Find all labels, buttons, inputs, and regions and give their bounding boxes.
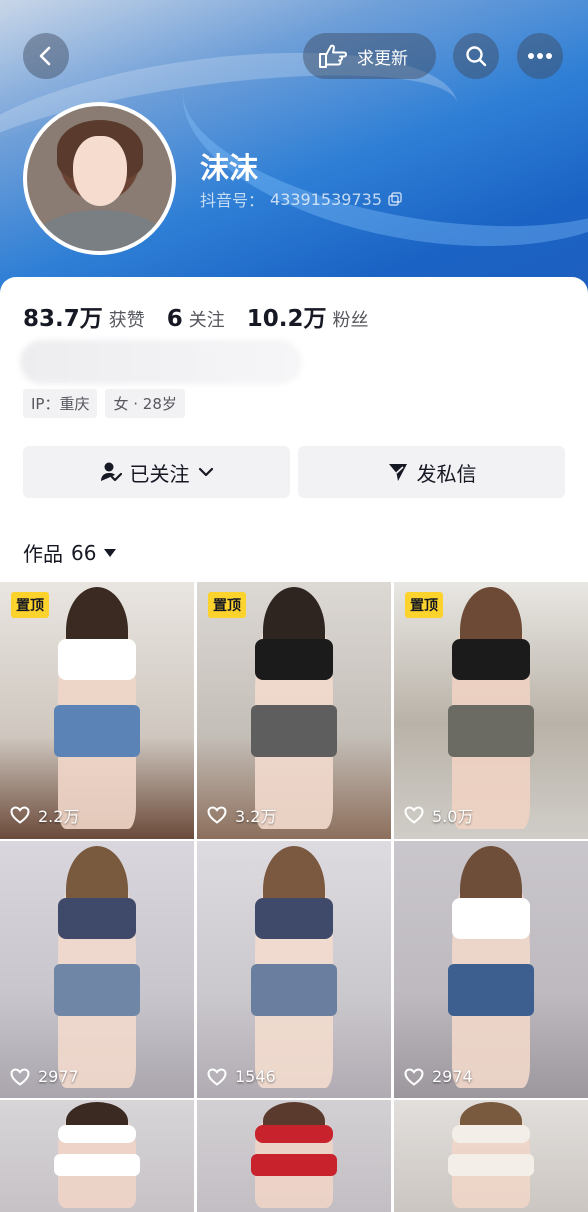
avatar[interactable] (23, 102, 176, 255)
video-likes: 2977 (10, 1067, 79, 1086)
request-update-label: 求更新 (357, 48, 408, 69)
followers-count[interactable]: 10.2万 (247, 299, 327, 333)
ip-tag: IP：重庆 (23, 389, 98, 418)
video-likes: 2.2万 (10, 803, 79, 827)
video-likes-count: 5.0万 (432, 807, 474, 826)
video-likes-count: 2977 (38, 1067, 79, 1086)
send-message-button[interactable]: 发私信 (298, 446, 565, 498)
video-thumbnail[interactable]: 1546 (197, 841, 391, 1098)
video-likes-count: 2.2万 (38, 807, 80, 826)
thumbnail-bottom (251, 705, 337, 757)
chevron-left-icon (39, 46, 51, 66)
send-message-label: 发私信 (416, 461, 477, 486)
video-thumbnail[interactable]: 置顶 3.2万 (197, 582, 391, 839)
works-tab[interactable]: 作品 66 (23, 538, 117, 567)
more-button[interactable] (517, 33, 563, 79)
likes-count: 83.7万 (23, 306, 103, 332)
send-icon (388, 464, 407, 481)
video-thumbnail[interactable] (0, 1100, 194, 1212)
heart-icon (404, 806, 424, 824)
douyin-id-value: 43391539735 (270, 189, 382, 209)
profile-tags: IP：重庆 女 · 28岁 (23, 389, 185, 418)
video-thumbnail[interactable]: 置顶 5.0万 (394, 582, 588, 839)
douyin-id-label: 抖音号： (200, 191, 265, 210)
video-thumbnail[interactable]: 置顶 2.2万 (0, 582, 194, 839)
works-count: 66 (71, 540, 97, 565)
thumbnail-bottom (251, 1153, 337, 1177)
request-update-button[interactable]: 求更新 (303, 33, 436, 79)
user-check-icon (100, 462, 122, 482)
thumbnail-bottom (448, 964, 534, 1016)
video-likes-count: 3.2万 (235, 807, 277, 826)
followed-label: 已关注 (129, 461, 190, 486)
thumbnail-bottom (251, 964, 337, 1016)
thumbnail-bottom (448, 705, 534, 757)
copy-icon[interactable] (388, 192, 402, 206)
heart-icon (404, 1067, 424, 1086)
thumbnail-top (452, 897, 530, 939)
chevron-down-icon (198, 467, 213, 477)
video-thumbnail[interactable] (197, 1100, 391, 1212)
thumbnail-top (452, 638, 530, 680)
followers-label[interactable]: 粉丝 (333, 306, 369, 332)
video-likes: 3.2万 (207, 803, 276, 827)
heart-icon (10, 806, 30, 824)
video-likes: 2974 (404, 1067, 473, 1086)
thumbnail-bottom (54, 1153, 140, 1177)
thumbnail-top (255, 897, 333, 939)
works-label: 作品 (23, 542, 63, 566)
following-count[interactable]: 6 (167, 306, 183, 332)
video-thumbnail[interactable]: 2974 (394, 841, 588, 1098)
thumbnail-top (452, 1124, 530, 1143)
video-likes-count: 1546 (235, 1067, 276, 1086)
pinned-badge: 置顶 (405, 592, 443, 618)
thumbnail-bottom (54, 705, 140, 757)
pinned-badge: 置顶 (208, 592, 246, 618)
thumbnail-bottom (448, 1153, 534, 1177)
thumbnail-top (58, 638, 136, 680)
caret-down-icon (104, 548, 117, 557)
thumbnail-top (255, 638, 333, 680)
thumbnail-top (58, 1124, 136, 1143)
search-icon (466, 46, 487, 67)
search-button[interactable] (453, 33, 499, 79)
pointing-hand-icon (319, 44, 347, 68)
video-likes-count: 2974 (432, 1067, 473, 1086)
back-button[interactable] (23, 33, 69, 79)
followed-button[interactable]: 已关注 (23, 446, 290, 498)
thumbnail-bottom (54, 964, 140, 1016)
likes-label: 获赞 (108, 310, 145, 331)
video-thumbnail[interactable] (394, 1100, 588, 1212)
video-thumbnail[interactable]: 2977 (0, 841, 194, 1098)
video-grid: 置顶 2.2万 置顶 3.2万 置顶 5.0万 2977 1546 2974 (0, 582, 588, 1212)
gender-age-tag: 女 · 28岁 (105, 389, 185, 418)
heart-icon (207, 1067, 227, 1086)
heart-icon (10, 1067, 30, 1086)
douyin-id[interactable]: 抖音号： 43391539735 (200, 187, 402, 211)
more-dots-icon (528, 53, 552, 59)
thumbnail-top (58, 897, 136, 939)
pinned-badge: 置顶 (11, 592, 49, 618)
video-likes: 1546 (207, 1067, 276, 1086)
following-label[interactable]: 关注 (189, 306, 225, 332)
bio-blurred (20, 340, 302, 384)
profile-stats: 83.7万 获赞 6 关注 10.2万 粉丝 (23, 299, 385, 333)
video-likes: 5.0万 (404, 803, 473, 827)
heart-icon (207, 806, 227, 824)
thumbnail-top (255, 1124, 333, 1143)
profile-name: 沫沫 (200, 151, 259, 185)
